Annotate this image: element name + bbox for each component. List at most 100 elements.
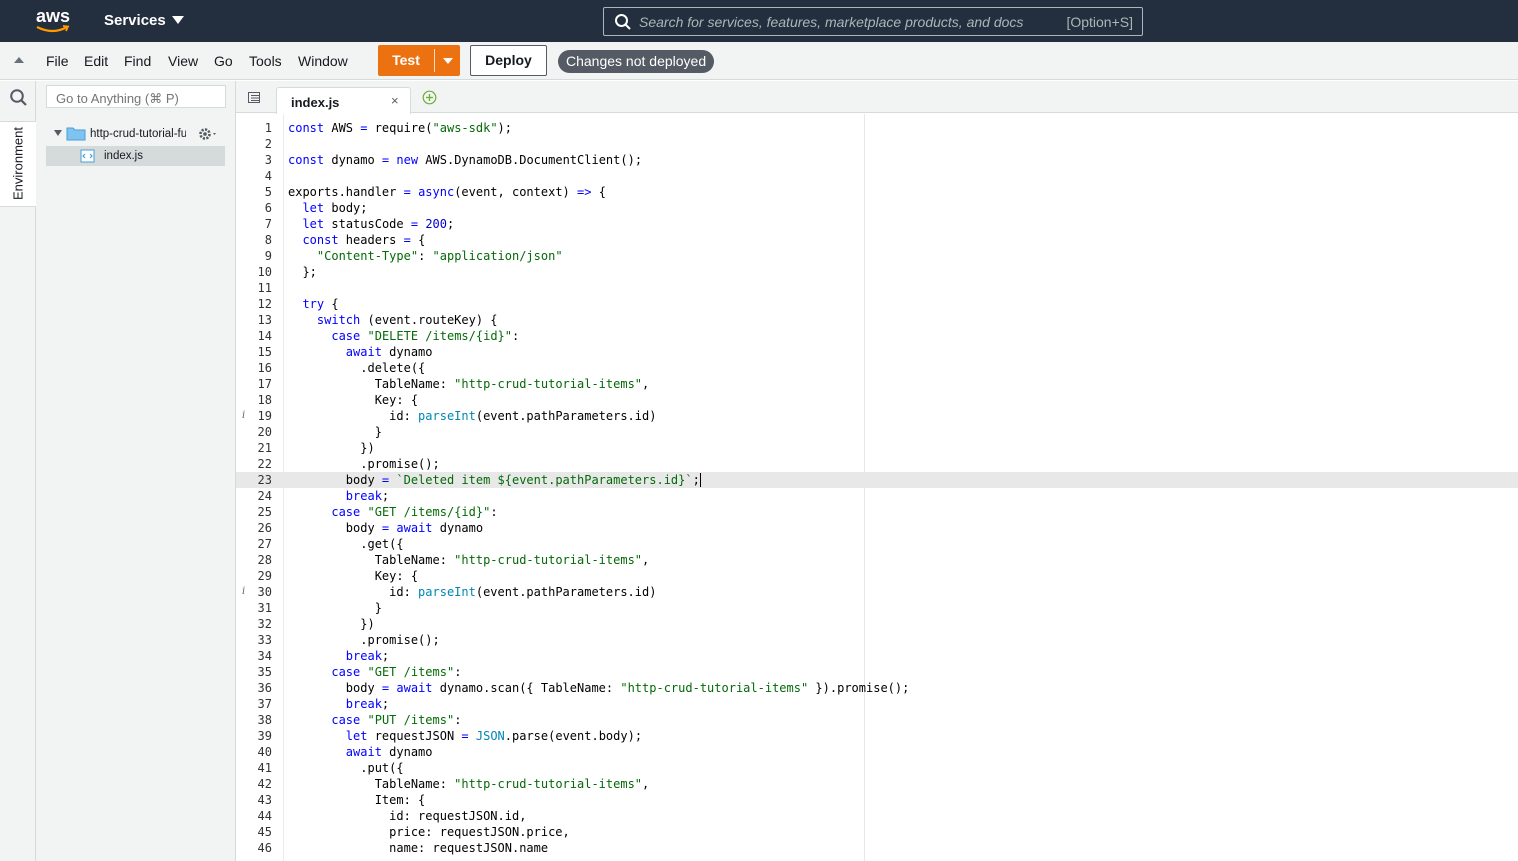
tree-file-item[interactable]: index.js (46, 146, 225, 166)
code-line[interactable]: 11 (236, 280, 1518, 296)
line-number: 27 (257, 537, 272, 551)
code-line[interactable]: 21 }) (236, 440, 1518, 456)
code-line[interactable]: 17 TableName: "http-crud-tutorial-items"… (236, 376, 1518, 392)
line-number: 12 (257, 297, 272, 311)
line-number: 30 (257, 585, 272, 599)
code-line[interactable]: 42 TableName: "http-crud-tutorial-items"… (236, 776, 1518, 792)
code-line[interactable]: 14 case "DELETE /items/{id}": (236, 328, 1518, 344)
code-line[interactable]: 13 switch (event.routeKey) { (236, 312, 1518, 328)
code-line[interactable]: 9 "Content-Type": "application/json" (236, 248, 1518, 264)
menu-edit[interactable]: Edit (84, 53, 108, 69)
deploy-button[interactable]: Deploy (470, 45, 547, 76)
code-line[interactable]: 44 id: requestJSON.id, (236, 808, 1518, 824)
code-line[interactable]: 46 name: requestJSON.name (236, 840, 1518, 856)
tab-list-icon[interactable] (248, 92, 260, 103)
code-line[interactable]: 6 let body; (236, 200, 1518, 216)
menu-window[interactable]: Window (298, 53, 348, 69)
code-line[interactable]: 34 break; (236, 648, 1518, 664)
test-dropdown-button[interactable] (435, 45, 460, 76)
code-editor[interactable]: 1 const AWS = require("aws-sdk"); 2 3 const … (236, 114, 1518, 861)
search-shortcut-hint: [Option+S] (1066, 14, 1133, 30)
aws-smile-icon (36, 25, 70, 33)
code-text: break; (345, 697, 390, 711)
line-number: 41 (257, 761, 272, 775)
code-line[interactable]: 16 .delete({ (236, 360, 1518, 376)
line-number: 24 (257, 489, 272, 503)
line-number: 17 (257, 377, 272, 391)
code-line[interactable]: 15 await dynamo (236, 344, 1518, 360)
code-line[interactable]: 1 const AWS = require("aws-sdk"); (236, 120, 1518, 136)
code-line[interactable]: 5 exports.handler = async(event, context)… (236, 184, 1518, 200)
code-line[interactable]: 2 (236, 136, 1518, 152)
code-line[interactable]: 31 } (236, 600, 1518, 616)
code-line[interactable]: 18 Key: { (236, 392, 1518, 408)
code-line[interactable]: 39 let requestJSON = JSON.parse(event.bo… (236, 728, 1518, 744)
folder-icon (66, 127, 86, 141)
code-line[interactable]: 12 try { (236, 296, 1518, 312)
code-line[interactable]: 38 case "PUT /items": (236, 712, 1518, 728)
line-number: 34 (257, 649, 272, 663)
code-line[interactable]: i 19 id: parseInt(event.pathParameters.id… (236, 408, 1518, 424)
code-line[interactable]: 25 case "GET /items/{id}": (236, 504, 1518, 520)
environment-tab-label: Environment (10, 127, 26, 200)
code-line[interactable]: 35 case "GET /items": (236, 664, 1518, 680)
collapse-arrow-icon[interactable] (14, 57, 24, 63)
line-number: 33 (257, 633, 272, 647)
menu-tools[interactable]: Tools (249, 53, 282, 69)
test-button[interactable]: Test (378, 45, 434, 76)
code-line[interactable]: 3 const dynamo = new AWS.DynamoDB.Documen… (236, 152, 1518, 168)
code-line[interactable]: 29 Key: { (236, 568, 1518, 584)
code-text: break; (345, 489, 390, 503)
search-icon[interactable] (9, 88, 28, 107)
code-line[interactable]: 32 }) (236, 616, 1518, 632)
line-number: 11 (257, 281, 272, 295)
code-text: price: requestJSON.price, (288, 825, 570, 839)
code-line[interactable]: 37 break; (236, 696, 1518, 712)
menu-go[interactable]: Go (214, 53, 233, 69)
code-text: Item: { (288, 793, 426, 807)
editor-tab-index-js[interactable]: index.js × (276, 87, 411, 114)
aws-logo[interactable]: aws (36, 6, 72, 34)
code-line[interactable]: 23 body = `Deleted item ${event.pathPara… (236, 472, 1518, 488)
code-line[interactable]: 27 .get({ (236, 536, 1518, 552)
go-to-anything-input[interactable] (46, 85, 226, 108)
code-line[interactable]: i 30 id: parseInt(event.pathParameters.id… (236, 584, 1518, 600)
code-text: .promise(); (288, 633, 440, 647)
code-line[interactable]: 43 Item: { (236, 792, 1518, 808)
expand-triangle-icon[interactable] (54, 130, 62, 136)
code-line[interactable]: 24 break; (236, 488, 1518, 504)
line-number: 42 (257, 777, 272, 791)
code-text: switch (event.routeKey) { (316, 313, 498, 327)
services-menu-button[interactable]: Services (104, 12, 184, 29)
code-line[interactable]: 8 const headers = { (236, 232, 1518, 248)
code-line[interactable]: 41 .put({ (236, 760, 1518, 776)
code-line[interactable]: 7 let statusCode = 200; (236, 216, 1518, 232)
code-text: .promise(); (288, 457, 440, 471)
code-line[interactable]: 26 body = await dynamo (236, 520, 1518, 536)
close-icon[interactable]: × (391, 93, 399, 108)
global-search-input[interactable]: Search for services, features, marketpla… (603, 7, 1143, 36)
menu-view[interactable]: View (168, 53, 198, 69)
code-text: }; (288, 265, 317, 279)
code-text: const dynamo = new AWS.DynamoDB.Document… (288, 153, 643, 167)
code-line[interactable]: 33 .promise(); (236, 632, 1518, 648)
line-number: 39 (257, 729, 272, 743)
code-line[interactable]: 36 body = await dynamo.scan({ TableName:… (236, 680, 1518, 696)
code-line[interactable]: 22 .promise(); (236, 456, 1518, 472)
code-text: .delete({ (288, 361, 426, 375)
code-line[interactable]: 20 } (236, 424, 1518, 440)
menu-file[interactable]: File (46, 53, 69, 69)
gear-icon[interactable] (198, 126, 220, 142)
code-line[interactable]: 4 (236, 168, 1518, 184)
environment-tab[interactable]: Environment (0, 121, 36, 207)
line-number: 14 (257, 329, 272, 343)
code-line[interactable]: 28 TableName: "http-crud-tutorial-items"… (236, 552, 1518, 568)
add-tab-icon[interactable] (422, 90, 437, 105)
code-line[interactable]: 45 price: requestJSON.price, (236, 824, 1518, 840)
tree-folder-item[interactable]: http-crud-tutorial-function (54, 125, 234, 143)
menu-find[interactable]: Find (124, 53, 151, 69)
code-text: } (288, 425, 382, 439)
code-line[interactable]: 40 await dynamo (236, 744, 1518, 760)
line-number: 43 (257, 793, 272, 807)
code-line[interactable]: 10 }; (236, 264, 1518, 280)
